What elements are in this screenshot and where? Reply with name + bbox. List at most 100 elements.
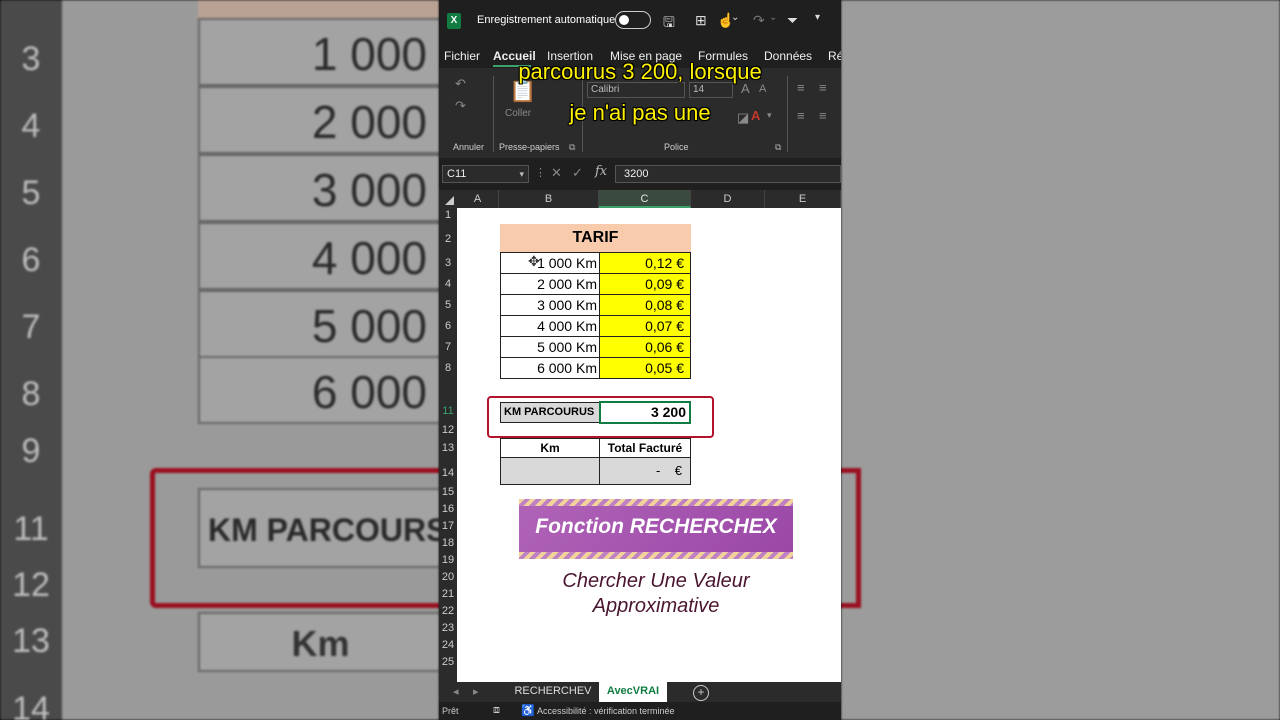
- status-ready: Prêt: [442, 706, 459, 716]
- autosave-label: Enregistrement automatique: [477, 14, 616, 26]
- save-icon[interactable]: 🖫: [663, 12, 675, 36]
- bg-row-numbers: 3 4 5 6 7 8 9 11 12 13 14: [0, 0, 62, 720]
- row-header[interactable]: 18: [439, 537, 457, 549]
- caption-line-1: Chercher Une Valeur: [562, 570, 750, 592]
- row-header[interactable]: 25: [439, 656, 457, 668]
- sheet-tab-recherchev[interactable]: RECHERCHEV: [511, 682, 595, 702]
- bg-red-annotation-right: [841, 468, 861, 608]
- bg-row-number: 9: [21, 432, 41, 470]
- row-header[interactable]: 21: [439, 588, 457, 600]
- km-cell[interactable]: 6 000 Km: [500, 357, 600, 379]
- bg-row-number: 4: [21, 107, 41, 145]
- sheet-tab-avecvrai[interactable]: AvecVRAI: [599, 682, 667, 704]
- price-cell[interactable]: 0,08 €: [599, 294, 691, 316]
- row-header[interactable]: 20: [439, 571, 457, 583]
- dropdown-caret-icon[interactable]: ⌄: [731, 12, 739, 23]
- row-header[interactable]: 23: [439, 622, 457, 634]
- banner-stripe-bottom: [519, 552, 793, 559]
- filter-icon[interactable]: ⏷: [787, 12, 798, 29]
- format-painter-icon[interactable]: ⊞: [695, 12, 707, 29]
- caption-line-2: Approximative: [592, 595, 720, 617]
- bg-header-strip: [198, 0, 439, 18]
- name-box[interactable]: C11 ▾: [442, 165, 529, 183]
- total-result-cell[interactable]: - €: [599, 457, 691, 485]
- row-header[interactable]: 1: [439, 209, 457, 221]
- row-header-selected[interactable]: 11: [439, 405, 457, 417]
- row-header[interactable]: 14: [439, 467, 457, 479]
- redo-dropdown-icon[interactable]: ⌄: [769, 12, 777, 23]
- sheet-tab-bar: ◂ ▸ RECHERCHEV AvecVRAI +: [439, 682, 841, 704]
- macro-record-icon[interactable]: ⧈: [493, 704, 500, 717]
- banner-title: Fonction RECHERCHEX: [535, 515, 777, 538]
- row-header[interactable]: 2: [439, 233, 457, 245]
- tarif-header[interactable]: TARIF: [500, 224, 691, 252]
- column-header-b[interactable]: B: [499, 190, 599, 208]
- row-header[interactable]: 5: [439, 299, 457, 311]
- bg-value-cell: 1 000: [198, 18, 439, 86]
- bg-value-cell: 4 000: [198, 222, 439, 290]
- toggle-knob: [619, 14, 629, 25]
- price-cell[interactable]: 0,12 €: [599, 252, 691, 274]
- bg-value-cell: 2 000: [198, 86, 439, 154]
- row-header[interactable]: 3: [439, 257, 457, 269]
- bg-value-cell: 6 000: [198, 356, 439, 424]
- recherchex-banner: Fonction RECHERCHEX: [519, 499, 793, 559]
- redo-icon[interactable]: ↷: [753, 12, 765, 29]
- cell-cursor-icon: ✥: [528, 253, 540, 269]
- column-header-d[interactable]: D: [691, 190, 765, 208]
- clipboard-launcher-icon[interactable]: ⧉: [569, 142, 575, 153]
- worksheet-grid[interactable]: TARIF 1 000 Km 0,12 € 2 000 Km 0,09 € 3 …: [457, 208, 841, 682]
- autosave-toggle[interactable]: [615, 11, 651, 29]
- column-header-a[interactable]: A: [457, 190, 499, 208]
- bg-value-cell: 5 000: [198, 290, 439, 358]
- prev-sheet-icon[interactable]: ◂: [453, 685, 459, 698]
- insert-function-icon[interactable]: fx: [595, 164, 607, 179]
- bg-value-cell: 3 000: [198, 154, 439, 222]
- bg-row-number: 11: [13, 510, 49, 548]
- bg-row-number: 13: [12, 622, 50, 660]
- row-header[interactable]: 22: [439, 605, 457, 617]
- add-sheet-icon[interactable]: +: [693, 685, 709, 701]
- font-launcher-icon[interactable]: ⧉: [775, 142, 781, 153]
- formula-bar: C11 ▾ ⋮ ✕ ✓ fx 3200: [439, 158, 841, 190]
- price-cell[interactable]: 0,05 €: [599, 357, 691, 379]
- more-icon[interactable]: ▾: [815, 12, 820, 23]
- banner-stripe-top: [519, 499, 793, 506]
- formula-input[interactable]: 3200: [615, 165, 841, 183]
- row-header[interactable]: 15: [439, 486, 457, 498]
- more-options-icon[interactable]: ⋮: [535, 166, 546, 179]
- name-box-dropdown-icon[interactable]: ▾: [519, 166, 524, 182]
- km-cell[interactable]: 3 000 Km: [500, 294, 600, 316]
- bg-row-number: 8: [21, 375, 41, 413]
- bg-row-number: 14: [12, 690, 50, 720]
- row-header[interactable]: 8: [439, 362, 457, 374]
- accessibility-status[interactable]: Accessibilité : vérification terminée: [537, 706, 675, 716]
- price-cell[interactable]: 0,06 €: [599, 336, 691, 358]
- next-sheet-icon[interactable]: ▸: [473, 685, 479, 698]
- km-cell[interactable]: 1 000 Km: [500, 252, 600, 274]
- km-cell[interactable]: 4 000 Km: [500, 315, 600, 337]
- row-header[interactable]: 16: [439, 503, 457, 515]
- row-header[interactable]: 13: [439, 442, 457, 454]
- row-header[interactable]: 12: [439, 424, 457, 436]
- accessibility-icon[interactable]: ♿: [521, 704, 535, 717]
- row-header[interactable]: 17: [439, 520, 457, 532]
- km-result-cell[interactable]: [500, 457, 600, 485]
- row-header[interactable]: 19: [439, 554, 457, 566]
- row-header[interactable]: 7: [439, 341, 457, 353]
- row-header[interactable]: 24: [439, 639, 457, 651]
- column-header-e[interactable]: E: [765, 190, 841, 208]
- price-cell[interactable]: 0,09 €: [599, 273, 691, 295]
- select-all-corner[interactable]: [439, 190, 457, 208]
- row-header[interactable]: 4: [439, 278, 457, 290]
- total-facture-header-cell[interactable]: Total Facturé: [599, 438, 691, 458]
- column-header-c[interactable]: C: [599, 190, 691, 208]
- km-header-cell[interactable]: Km: [500, 438, 600, 458]
- bg-row-number: 12: [12, 566, 50, 604]
- row-header[interactable]: 6: [439, 320, 457, 332]
- price-cell[interactable]: 0,07 €: [599, 315, 691, 337]
- enter-icon[interactable]: ✓: [572, 165, 583, 181]
- km-cell[interactable]: 2 000 Km: [500, 273, 600, 295]
- km-cell[interactable]: 5 000 Km: [500, 336, 600, 358]
- cancel-icon[interactable]: ✕: [551, 165, 562, 181]
